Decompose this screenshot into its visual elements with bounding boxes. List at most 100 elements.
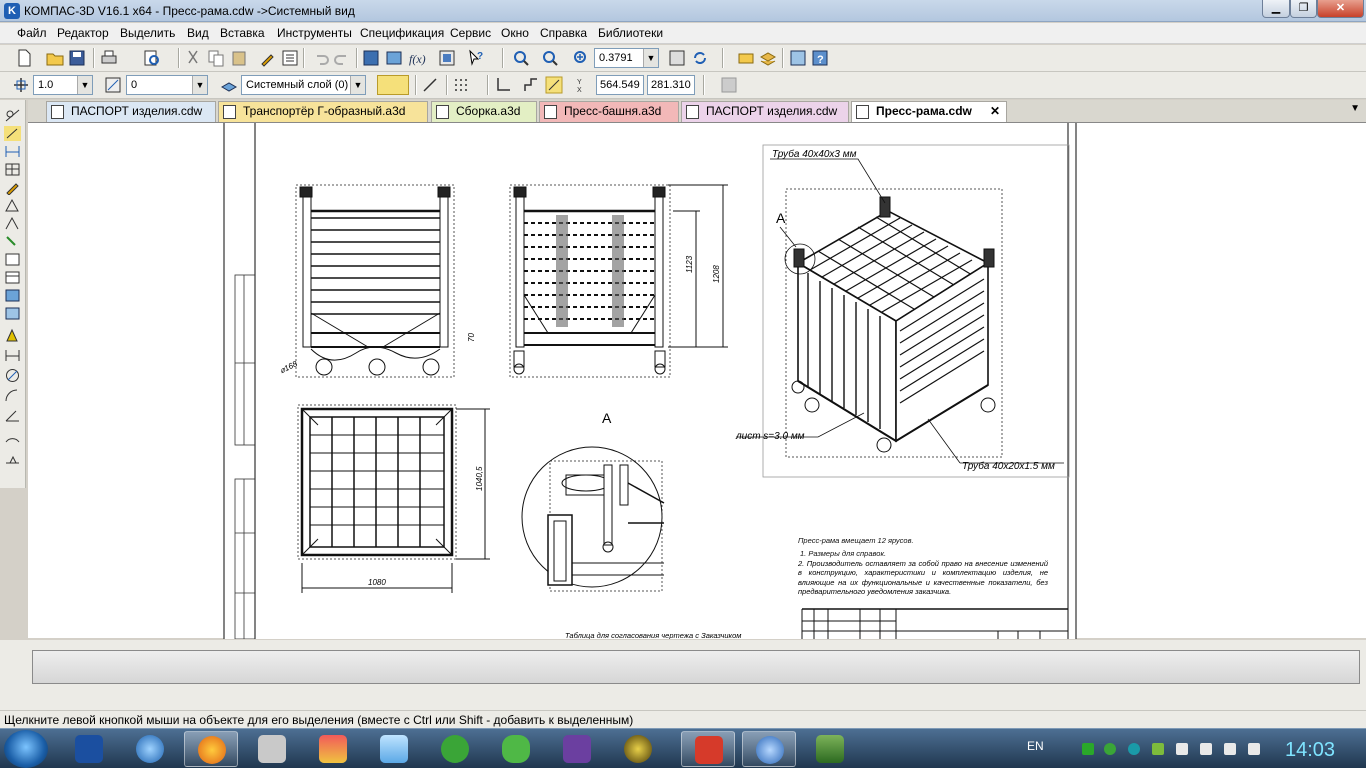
layer-icon[interactable] — [220, 76, 238, 94]
menu-editor[interactable]: Редактор — [57, 26, 109, 40]
zoom-in-icon[interactable] — [572, 49, 590, 67]
zoom-scale-icon[interactable] — [541, 49, 559, 67]
function-fx-icon[interactable]: f(x) — [408, 49, 426, 67]
library-manager-icon[interactable] — [438, 49, 456, 67]
reports-icon[interactable] — [4, 288, 21, 303]
tray-volume-icon[interactable] — [1248, 743, 1260, 755]
edit-icon[interactable] — [4, 180, 21, 195]
taskbar-app-network[interactable] — [123, 731, 177, 767]
zoom-combo[interactable]: 0.3791 ▼ — [594, 48, 659, 68]
menu-insert[interactable]: Вставка — [220, 26, 265, 40]
taskbar-app-notes[interactable] — [367, 731, 421, 767]
local-cs-icon[interactable] — [494, 76, 512, 94]
coord-x-field[interactable]: 564.549 — [596, 75, 644, 95]
symbols-icon[interactable] — [4, 162, 21, 177]
menu-select[interactable]: Выделить — [120, 26, 175, 40]
menu-window[interactable]: Окно — [501, 26, 529, 40]
snap-binding-icon[interactable] — [545, 76, 563, 94]
measure-2d-icon[interactable] — [4, 216, 21, 231]
taskbar-app-game[interactable] — [611, 731, 665, 767]
tab-pasport-1[interactable]: ПАСПОРТ изделия.cdw — [46, 101, 216, 122]
angular-dim-icon[interactable] — [4, 408, 21, 423]
print-icon[interactable] — [100, 49, 118, 67]
close-button[interactable]: ✕ — [1317, 0, 1364, 18]
help-icon[interactable]: ? — [811, 49, 829, 67]
clock[interactable]: 14:03 — [1285, 739, 1335, 762]
grid-step-icon[interactable] — [12, 76, 30, 94]
menu-view[interactable]: Вид — [187, 26, 209, 40]
copy-icon[interactable] — [207, 49, 225, 67]
taskbar-app-save[interactable] — [62, 731, 116, 767]
redo-icon[interactable] — [333, 49, 351, 67]
save-icon[interactable] — [68, 49, 86, 67]
chevron-down-icon[interactable]: ▼ — [77, 76, 92, 94]
start-button[interactable] — [4, 730, 48, 768]
refresh-icon[interactable] — [691, 49, 709, 67]
variables-icon[interactable] — [385, 49, 403, 67]
menu-file[interactable]: Файл — [17, 26, 47, 40]
grid-icon[interactable] — [452, 76, 470, 94]
help-pointer-icon[interactable]: ? — [467, 49, 485, 67]
taskbar-app-kompas[interactable] — [742, 731, 796, 767]
spec-icon[interactable] — [4, 270, 21, 285]
linear-dim-icon[interactable] — [4, 348, 21, 363]
zoom-window-icon[interactable] — [512, 49, 530, 67]
dimensions-icon[interactable] — [4, 144, 21, 159]
show-all-icon[interactable] — [737, 49, 755, 67]
insert-icon[interactable] — [4, 306, 21, 321]
list-icon[interactable] — [281, 49, 299, 67]
drawing-canvas[interactable]: ⌀168 70 1123 1208 1080 1040,5 А Труба 40… — [28, 123, 1366, 639]
taskbar-app-sketchup[interactable] — [681, 731, 735, 767]
parametrization-icon[interactable] — [4, 198, 21, 213]
menu-libraries[interactable]: Библиотеки — [598, 26, 663, 40]
menu-service[interactable]: Сервис — [450, 26, 491, 40]
angle-step-icon[interactable] — [104, 76, 122, 94]
tab-close-icon[interactable]: ✕ — [990, 102, 1000, 121]
tray-green-icon[interactable] — [1082, 743, 1094, 755]
new-document-icon[interactable] — [15, 49, 33, 67]
layer-combo[interactable]: Системный слой (0) ▼ — [241, 75, 366, 95]
taskbar-app-utorrent[interactable] — [428, 731, 482, 767]
disabled-tool-icon[interactable] — [720, 76, 738, 94]
maximize-button[interactable]: ❐ — [1290, 0, 1317, 18]
color-selector[interactable] — [377, 75, 409, 95]
taskbar-app-calculator[interactable] — [245, 731, 299, 767]
tray-device-icon[interactable] — [1200, 743, 1212, 755]
taskbar-app-monitor[interactable] — [803, 731, 857, 767]
macro-icon[interactable] — [4, 328, 21, 343]
orthogonal-icon[interactable] — [421, 76, 439, 94]
coord-y-field[interactable]: 281.310 — [647, 75, 695, 95]
tab-press-bashnya[interactable]: Пресс-башня.a3d — [539, 101, 679, 122]
associative-view-icon[interactable] — [4, 252, 21, 267]
chevron-down-icon[interactable]: ▼ — [192, 76, 207, 94]
minimize-button[interactable]: ▁ — [1262, 0, 1290, 18]
tray-e-icon[interactable] — [1128, 743, 1140, 755]
paste-icon[interactable] — [230, 49, 248, 67]
menu-help[interactable]: Справка — [540, 26, 587, 40]
angle-step-combo[interactable]: 0 ▼ — [126, 75, 208, 95]
tab-press-rama[interactable]: Пресс-рама.cdw ✕ — [851, 101, 1007, 122]
taskbar-app-firefox[interactable] — [184, 731, 238, 767]
menu-specification[interactable]: Спецификация — [360, 26, 444, 40]
tray-flag-icon[interactable] — [1176, 743, 1188, 755]
tabs-scroll-icon[interactable]: ▼ — [1350, 103, 1360, 114]
arc-dim-icon[interactable] — [4, 430, 21, 445]
layers-icon[interactable] — [759, 49, 777, 67]
preview-icon[interactable] — [143, 49, 161, 67]
height-mark-icon[interactable] — [4, 450, 21, 465]
taskbar-app-paint[interactable] — [306, 731, 360, 767]
geometry-icon[interactable] — [4, 108, 21, 123]
radial-dim-icon[interactable] — [4, 388, 21, 403]
cut-icon[interactable] — [184, 49, 202, 67]
manager-icon[interactable] — [362, 49, 380, 67]
taskbar-app-clover[interactable] — [489, 731, 543, 767]
select-tool-icon[interactable] — [4, 126, 21, 141]
tab-pasport-2[interactable]: ПАСПОРТ изделия.cdw — [681, 101, 849, 122]
tab-transporter[interactable]: Транспортёр Г-образный.a3d — [218, 101, 428, 122]
properties-brush-icon[interactable] — [259, 49, 277, 67]
line-step-combo[interactable]: 1.0 ▼ — [33, 75, 93, 95]
chevron-down-icon[interactable]: ▼ — [643, 49, 658, 67]
tab-sborka[interactable]: Сборка.a3d — [431, 101, 537, 122]
open-folder-icon[interactable] — [46, 49, 64, 67]
language-indicator[interactable]: EN — [1027, 739, 1044, 753]
